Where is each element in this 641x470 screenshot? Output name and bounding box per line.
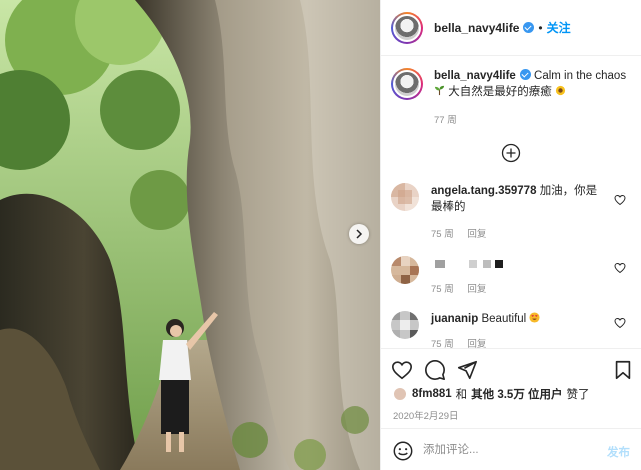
post-side-panel: bella_navy4life • 关注 bella_navy4life Cal… — [380, 0, 641, 470]
comment-username[interactable]: angela.tang.359778 — [431, 185, 536, 197]
caption-avatar[interactable] — [391, 68, 423, 100]
share-paper-plane-icon[interactable] — [456, 359, 478, 381]
post-comment-button[interactable]: 发布 — [607, 444, 630, 460]
comment-item: angela.tang.359778 加油，你是最棒的 — [391, 183, 636, 233]
comment-meta: 75 周 回复 — [431, 281, 486, 295]
emoji-smiley-icon[interactable] — [392, 440, 414, 462]
likes-and-text: 和 — [455, 389, 468, 401]
caption-username[interactable]: bella_navy4life — [434, 70, 516, 82]
heart-icon[interactable] — [614, 262, 626, 274]
comment-body — [431, 256, 606, 272]
verified-badge-icon — [519, 69, 531, 80]
load-more-comments-icon[interactable] — [501, 143, 521, 163]
comment-username[interactable]: juananip — [431, 313, 478, 325]
avatar[interactable] — [391, 11, 423, 44]
caption-timestamp: 77 周 — [434, 115, 457, 126]
heart-icon[interactable] — [614, 317, 626, 329]
comment-meta: 75 周 回复 — [431, 226, 486, 240]
heart-icon[interactable] — [614, 194, 626, 206]
dot-separator: • — [538, 20, 543, 35]
comment-avatar[interactable] — [391, 311, 419, 339]
comment-avatar[interactable] — [391, 183, 419, 211]
sunflower-emoji-icon — [555, 85, 565, 96]
caption-text-en: Calm in the chaos — [534, 70, 627, 82]
post-header: bella_navy4life • 关注 — [381, 0, 641, 56]
comment-timestamp: 75 周 — [431, 229, 454, 240]
likes-others-link[interactable]: 其他 3.5万 位用户 — [471, 386, 562, 402]
instagram-post: bella_navy4life • 关注 bella_navy4life Cal… — [0, 0, 641, 470]
chevron-right-icon — [356, 229, 363, 239]
carousel-next-button[interactable] — [349, 224, 369, 244]
comment-item — [391, 256, 636, 286]
reply-button[interactable]: 回复 — [467, 284, 486, 295]
comment-input[interactable] — [423, 439, 593, 461]
comment-text: Beautiful — [481, 313, 527, 325]
comment-avatar[interactable] — [391, 256, 419, 284]
like-heart-icon[interactable] — [391, 359, 413, 381]
comment-body: juananip Beautiful — [431, 311, 606, 327]
follow-button[interactable]: 关注 — [547, 19, 571, 36]
redacted-comment — [435, 259, 503, 268]
action-bar — [381, 348, 641, 388]
comment-item: juananip Beautiful — [391, 311, 636, 341]
liker-avatar[interactable] — [393, 387, 407, 401]
comment-composer: 发布 — [381, 428, 641, 470]
comment-timestamp: 75 周 — [431, 284, 454, 295]
post-date: 2020年2月29日 — [393, 411, 459, 422]
author-username[interactable]: bella_navy4life — [434, 21, 519, 35]
bookmark-icon[interactable] — [612, 359, 634, 381]
comment-body: angela.tang.359778 加油，你是最棒的 — [431, 183, 606, 215]
likes-summary: 8fm881 和 其他 3.5万 位用户 赞了 — [393, 386, 590, 402]
reply-button[interactable]: 回复 — [467, 229, 486, 240]
comment-bubble-icon[interactable] — [424, 359, 446, 381]
post-photo[interactable] — [0, 0, 380, 470]
likes-suffix: 赞了 — [566, 389, 590, 401]
caption-text-zh: 大自然是最好的療癒 — [448, 86, 552, 98]
caption-text: bella_navy4life Calm in the chaos 大自然是最好… — [434, 68, 626, 100]
plant-emoji-icon — [434, 85, 445, 96]
verified-badge-icon — [523, 22, 535, 33]
heart-eyes-emoji-icon — [529, 312, 540, 323]
liker-username[interactable]: 8fm881 — [412, 388, 452, 400]
canyon-photo-illustration — [0, 0, 380, 470]
caption: bella_navy4life Calm in the chaos 大自然是最好… — [391, 68, 636, 126]
